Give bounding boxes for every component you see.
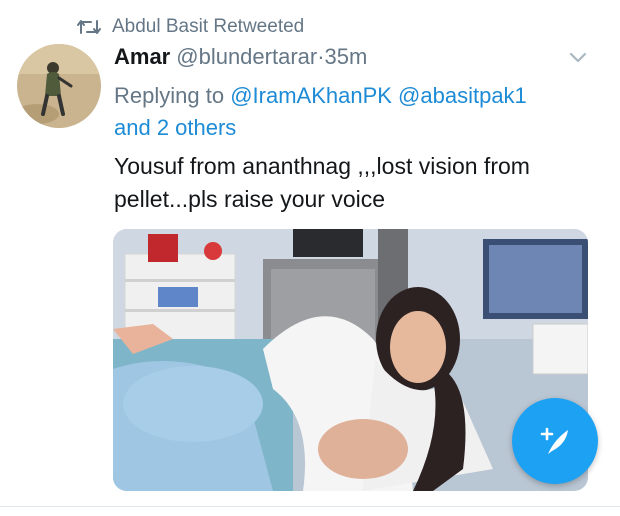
compose-tweet-icon: [540, 427, 568, 454]
avatar[interactable]: [17, 44, 101, 128]
username[interactable]: @blundertarar: [176, 44, 317, 70]
dot-separator: ·: [317, 44, 325, 69]
chevron-down-icon[interactable]: [565, 44, 591, 70]
and-others-link[interactable]: and 2 others: [114, 115, 236, 140]
retweet-context: Abdul Basit Retweeted: [76, 14, 304, 40]
compose-tweet-button[interactable]: [512, 398, 598, 484]
retweeted-by-label[interactable]: Abdul Basit Retweeted: [112, 16, 304, 38]
display-name[interactable]: Amar: [114, 44, 170, 70]
replying-to: Replying to @IramAKhanPK @abasitpak1 and…: [114, 80, 584, 144]
tweet-text-line: Yousuf from ananthnag ,,,lost vision fro…: [114, 153, 530, 179]
retweet-icon: [77, 20, 101, 34]
tweet-text: Yousuf from ananthnag ,,,lost vision fro…: [114, 150, 594, 216]
tweet-text-line: pellet...pls raise your voice: [114, 186, 386, 212]
tweet-header: Amar @blundertarar · 35m: [114, 44, 367, 76]
mention-link[interactable]: @abasitpak1: [398, 83, 527, 108]
timestamp[interactable]: 35m: [325, 44, 368, 70]
divider: [0, 506, 620, 507]
mention-link[interactable]: @IramAKhanPK: [230, 83, 392, 108]
replying-to-prefix: Replying to: [114, 83, 231, 108]
